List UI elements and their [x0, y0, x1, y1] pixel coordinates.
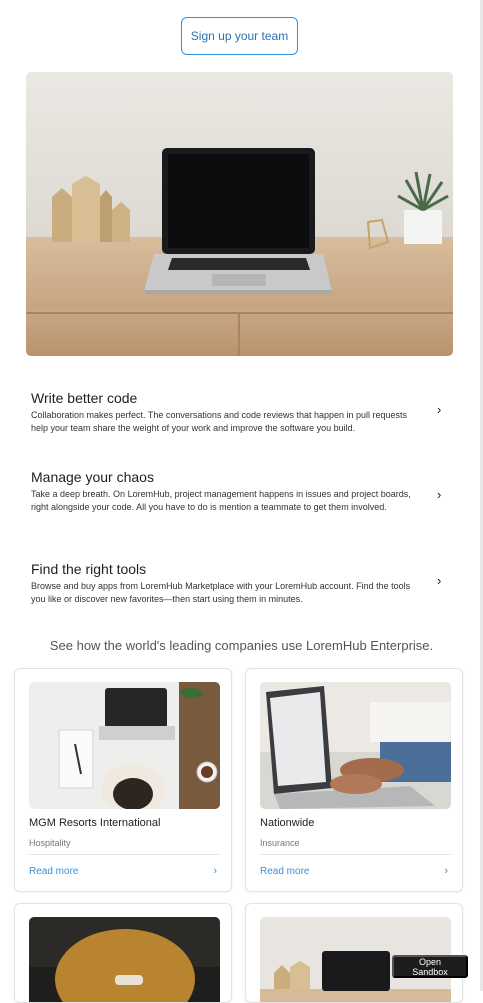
- chevron-right-icon[interactable]: ›: [437, 403, 447, 416]
- feature-title: Manage your chaos: [31, 469, 154, 485]
- company-card[interactable]: Nationwide Insurance Read more ›: [245, 668, 463, 892]
- company-card[interactable]: MGM Resorts International Hospitality Re…: [14, 668, 232, 892]
- sign-up-team-button[interactable]: Sign up your team: [181, 17, 298, 55]
- feature-write-better-code[interactable]: Write better code Collaboration makes pe…: [31, 390, 426, 435]
- feature-description: Take a deep breath. On LoremHub, project…: [31, 489, 411, 512]
- company-industry: Hospitality: [29, 838, 71, 848]
- company-card[interactable]: [245, 903, 463, 1003]
- card-image: [29, 682, 220, 809]
- chevron-right-icon[interactable]: ›: [444, 865, 448, 877]
- feature-manage-your-chaos[interactable]: Manage your chaos Take a deep breath. On…: [31, 469, 426, 514]
- feature-title: Write better code: [31, 390, 138, 406]
- company-industry: Insurance: [260, 838, 300, 848]
- company-name: Nationwide: [260, 817, 315, 829]
- companies-heading: See how the world's leading companies us…: [49, 638, 434, 653]
- company-card[interactable]: [14, 903, 232, 1003]
- chevron-right-icon[interactable]: ›: [437, 488, 447, 501]
- read-more-link[interactable]: Read more: [29, 866, 78, 877]
- feature-title: Find the right tools: [31, 561, 147, 577]
- card-image: [29, 917, 220, 1002]
- feature-description: Browse and buy apps from LoremHub Market…: [31, 581, 411, 604]
- divider: [29, 854, 220, 855]
- chevron-right-icon[interactable]: ›: [213, 865, 217, 877]
- page: Sign up your team Write better code Coll…: [0, 0, 483, 1003]
- read-more-link[interactable]: Read more: [260, 866, 309, 877]
- feature-find-the-right-tools[interactable]: Find the right tools Browse and buy apps…: [31, 561, 426, 606]
- divider: [260, 854, 451, 855]
- feature-description: Collaboration makes perfect. The convers…: [31, 410, 408, 433]
- chevron-right-icon[interactable]: ›: [437, 574, 447, 587]
- company-name: MGM Resorts International: [29, 817, 161, 829]
- open-sandbox-button[interactable]: Open Sandbox: [392, 955, 468, 978]
- hero-image: [26, 72, 453, 356]
- card-image: [260, 682, 451, 809]
